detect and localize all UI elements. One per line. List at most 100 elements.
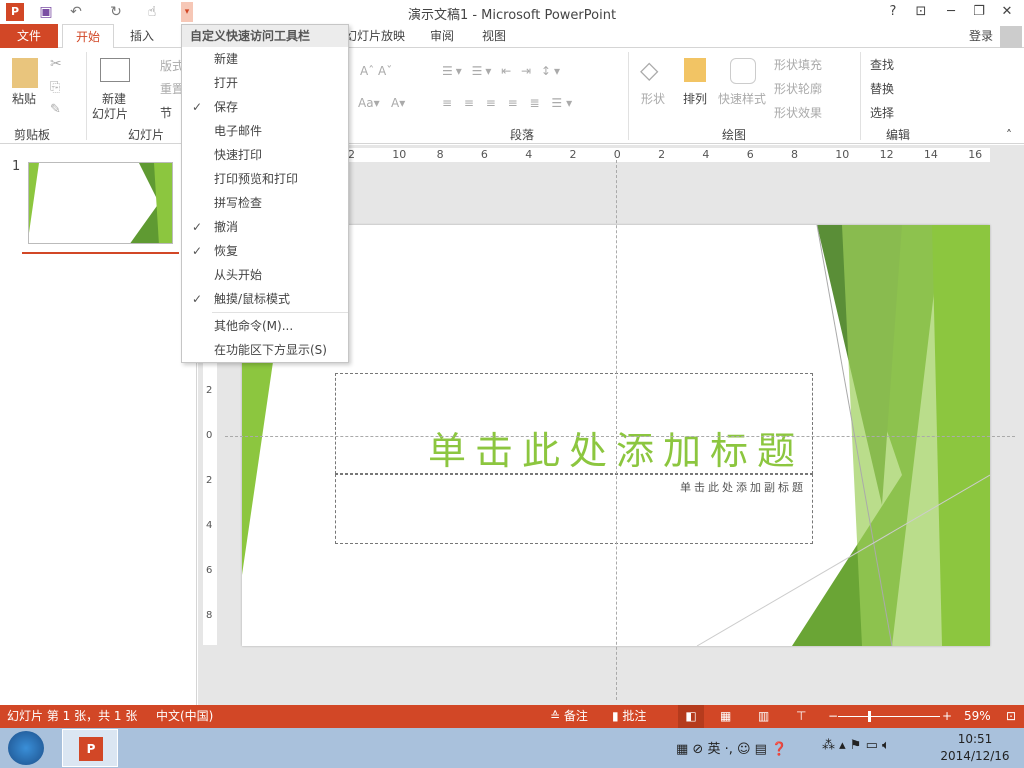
tab-insert[interactable]: 插入	[120, 24, 164, 48]
menu-item[interactable]: ✓ 触摸/鼠标模式	[182, 287, 348, 311]
menu-item-label: 从头开始	[214, 268, 263, 282]
powerpoint-icon: P	[79, 737, 103, 761]
replace-button[interactable]: 替换	[870, 80, 894, 97]
language-indicator[interactable]: 中文(中国)	[156, 705, 213, 728]
menu-item[interactable]: 打开	[182, 71, 348, 95]
slide-count: 幻灯片 第 1 张，共 1 张	[7, 709, 138, 723]
status-bar: 幻灯片 第 1 张，共 1 张 中文(中国) ≙ 备注 ▮ 批注 ◧ ▦ ▥ ⊤…	[0, 705, 1024, 728]
select-button[interactable]: 选择	[870, 104, 894, 121]
zoom-out-button[interactable]: −	[828, 705, 838, 728]
ruler-tick-label: 0	[206, 430, 213, 441]
shape-icon[interactable]: ◇	[640, 56, 658, 84]
taskbar: P ▦ ⊘ 英 ·, ☺ ▤ ❓ ⁂ ▴ ⚑ ▭ 🔈︎ 10:51 2014/1…	[0, 728, 1024, 768]
tab-review[interactable]: 审阅	[420, 24, 464, 48]
tab-file[interactable]: 文件	[0, 24, 58, 48]
align-buttons-icon[interactable]: ≡ ≡ ≡ ≡ ≣ ☰▾	[442, 96, 576, 110]
slideshow-icon[interactable]: ⊤	[796, 705, 806, 728]
slide-thumbnail[interactable]	[28, 162, 173, 244]
menu-item-more-commands[interactable]: 其他命令(M)...	[182, 314, 348, 338]
menu-item-label: 拼写检查	[214, 196, 263, 210]
font-size-increase-icon[interactable]: Aˆ Aˇ	[360, 64, 392, 78]
quick-styles-button[interactable]: 快速样式	[718, 90, 766, 107]
sign-in-link[interactable]: 登录	[964, 24, 998, 48]
new-slide-icon[interactable]	[100, 58, 130, 82]
menu-item[interactable]: 打印预览和打印	[182, 167, 348, 191]
ime-toolbar[interactable]: ▦ ⊘ 英 ·, ☺ ▤ ❓	[676, 738, 787, 757]
help-button[interactable]: ?	[880, 2, 906, 22]
shape-button[interactable]: 形状	[641, 90, 665, 107]
collapse-ribbon-icon[interactable]: ˄	[1006, 128, 1012, 142]
zoom-in-button[interactable]: +	[942, 705, 952, 728]
arrange-icon[interactable]	[684, 58, 706, 82]
menu-item-show-below-ribbon[interactable]: 在功能区下方显示(S)	[182, 338, 348, 362]
title-placeholder[interactable]: 单击此处添加标题	[335, 373, 813, 474]
tray-icons[interactable]: ⁂ ▴ ⚑ ▭ 🔈︎	[822, 738, 890, 753]
menu-item[interactable]: 新建	[182, 47, 348, 71]
find-button[interactable]: 查找	[870, 56, 894, 73]
ruler-tick-label: 16	[968, 148, 983, 161]
start-button[interactable]	[8, 731, 44, 765]
menu-item-label: 打开	[214, 76, 239, 90]
shape-outline-button[interactable]: 形状轮廓	[774, 80, 822, 97]
subtitle-placeholder[interactable]: 单击此处添加副标题	[335, 474, 813, 544]
clock-date[interactable]: 2014/12/16	[936, 749, 1014, 763]
quick-styles-icon[interactable]	[730, 58, 756, 84]
menu-item[interactable]: 快速打印	[182, 143, 348, 167]
horizontal-guide[interactable]	[225, 436, 1015, 437]
avatar[interactable]	[1000, 26, 1022, 48]
close-button[interactable]: ✕	[994, 2, 1020, 22]
group-label-editing: 编辑	[886, 128, 911, 142]
ribbon-tabs: 文件 开始 插入 幻灯片放映 审阅 视图 登录	[0, 24, 1024, 49]
customize-qat-menu: 自定义快速访问工具栏 新建 打开 ✓ 保存 电子邮件 快速打印 打印预览和打印 拼写检查 ✓ 撤消…	[181, 24, 349, 363]
ruler-tick-label: 6	[480, 148, 488, 161]
paste-button[interactable]: 粘贴	[12, 90, 36, 107]
normal-view-icon[interactable]: ◧	[678, 705, 704, 728]
tab-home[interactable]: 开始	[62, 24, 114, 49]
restore-button[interactable]: ❐	[966, 2, 992, 22]
format-painter-icon[interactable]: ✎	[50, 102, 61, 117]
section-button[interactable]: 节	[160, 104, 172, 121]
shape-effects-button[interactable]: 形状效果	[774, 104, 822, 121]
ruler-tick-label: 10	[835, 148, 850, 161]
menu-item[interactable]: ✓ 撤消	[182, 215, 348, 239]
change-case-icon[interactable]: Aa▾ A▾	[358, 96, 405, 110]
vertical-guide[interactable]	[616, 160, 617, 700]
menu-item[interactable]: ✓ 保存	[182, 95, 348, 119]
reading-view-icon[interactable]: ▥	[758, 705, 769, 728]
notes-button[interactable]: ≙ 备注	[550, 705, 588, 728]
comments-button[interactable]: ▮ 批注	[612, 705, 646, 728]
paste-icon[interactable]	[12, 58, 38, 88]
horizontal-ruler: 2 10 8 6 4 2 0 2 4 6 8 10 12 14 16	[344, 148, 990, 162]
tab-view[interactable]: 视图	[472, 24, 516, 48]
checkmark-icon: ✓	[192, 100, 203, 114]
list-buttons-icon[interactable]: ☰▾ ☰▾ ⇤ ⇥ ↕▾	[442, 64, 563, 78]
shape-fill-button[interactable]: 形状填充	[774, 56, 822, 73]
new-slide-button[interactable]: 幻灯片	[92, 105, 128, 122]
zoom-slider-thumb[interactable]	[868, 711, 872, 722]
ruler-tick-label: 10	[392, 148, 407, 161]
zoom-level[interactable]: 59%	[964, 705, 991, 728]
arrange-button[interactable]: 排列	[683, 90, 707, 107]
zoom-slider[interactable]	[838, 716, 940, 717]
ribbon-display-options-button[interactable]: ⊡	[908, 2, 934, 22]
slide-sorter-icon[interactable]: ▦	[720, 705, 731, 728]
ruler-tick-label: 6	[746, 148, 754, 161]
minimize-button[interactable]: ─	[938, 2, 964, 22]
menu-item-label: 快速打印	[214, 148, 263, 162]
ruler-tick-label: 4	[702, 148, 710, 161]
subtitle-placeholder-text[interactable]: 单击此处添加副标题	[680, 479, 806, 495]
fit-to-window-icon[interactable]: ⊡	[1006, 705, 1016, 728]
clock-time[interactable]: 10:51	[940, 732, 1010, 746]
ruler-tick-label: 2	[658, 148, 666, 161]
cut-icon[interactable]: ✂	[50, 56, 62, 72]
ruler-tick-label: 2	[206, 475, 213, 486]
taskbar-powerpoint[interactable]: P	[62, 729, 118, 767]
menu-item[interactable]: 拼写检查	[182, 191, 348, 215]
copy-icon[interactable]: ⎘	[50, 80, 60, 95]
menu-item[interactable]: 电子邮件	[182, 119, 348, 143]
tab-slideshow[interactable]: 幻灯片放映	[340, 24, 410, 48]
menu-item[interactable]: ✓ 恢复	[182, 239, 348, 263]
ime-mode[interactable]: 英	[707, 742, 720, 757]
group-label-clipboard: 剪贴板	[14, 128, 51, 142]
menu-item[interactable]: 从头开始	[182, 263, 348, 287]
